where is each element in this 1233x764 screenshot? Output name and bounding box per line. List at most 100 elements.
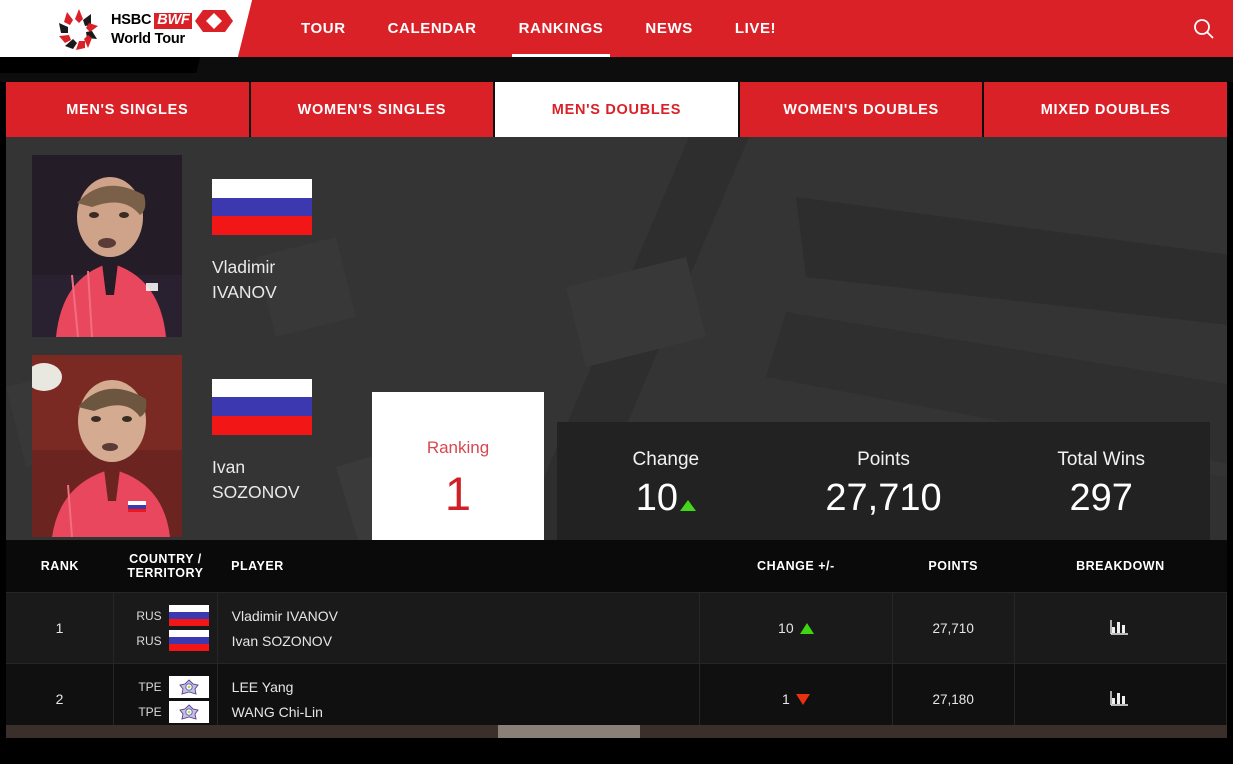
country-code: RUS	[136, 633, 162, 648]
player-name[interactable]: Ivan SOZONOV	[232, 628, 693, 653]
tab-mens-doubles[interactable]: MEN'S DOUBLES	[495, 82, 740, 137]
nav-item-calendar[interactable]: CALENDAR	[367, 0, 498, 57]
country-code: TPE	[138, 704, 162, 719]
featured-pair-hero: Vladimir IVANOV Ivan SOZONOV Ranking 1 C…	[6, 137, 1227, 540]
country-code: RUS	[136, 608, 162, 623]
bar-chart-icon[interactable]	[1110, 619, 1130, 639]
stat-points-label: Points	[857, 449, 910, 470]
chinese-taipei-flag-icon	[168, 675, 209, 698]
player-name[interactable]: LEE Yang	[232, 674, 693, 699]
russia-flag-icon	[212, 179, 312, 236]
ranking-label: Ranking	[426, 438, 490, 457]
rankings-table: RANK COUNTRY / TERRITORY PLAYER CHANGE +…	[6, 540, 1227, 738]
logo-wordmark: HSBC BWF World Tour	[111, 9, 234, 47]
nav-item-rankings[interactable]: RANKINGS	[498, 0, 625, 57]
country-code: TPE	[138, 679, 162, 694]
top-navigation-bar: HSBC BWF World Tour TOUR CALENDAR RANKIN…	[0, 0, 1233, 57]
stat-change-value: 10	[635, 477, 678, 519]
arrow-up-icon	[799, 622, 814, 634]
change-value-wrap: 1	[782, 691, 810, 707]
cell-breakdown	[1014, 663, 1227, 735]
column-header-rank[interactable]: RANK	[6, 540, 114, 593]
russia-flag-icon	[212, 378, 312, 435]
athlete-sozonov: Ivan SOZONOV	[212, 378, 332, 505]
cell-country: TPE TPE	[113, 663, 218, 735]
logo-hsbc-text: HSBC	[111, 12, 152, 29]
athlete-ivanov-name: Vladimir IVANOV	[212, 255, 332, 305]
tab-mens-singles[interactable]: MEN'S SINGLES	[6, 82, 251, 137]
search-icon[interactable]	[1191, 16, 1217, 42]
shuttlecock-logo-icon	[55, 5, 103, 53]
stat-points: Points 27,710	[775, 449, 993, 517]
stat-total-wins-value: 297	[1069, 477, 1133, 519]
hsbc-hexagon-icon	[195, 9, 234, 32]
logo-bwf-text: BWF	[154, 13, 193, 29]
column-header-player[interactable]: PLAYER	[217, 540, 700, 593]
cell-rank: 1	[6, 592, 115, 664]
nav-item-tour[interactable]: TOUR	[280, 0, 367, 57]
stat-total-wins: Total Wins 297	[992, 449, 1210, 517]
stat-change-label: Change	[632, 449, 700, 470]
table-row[interactable]: 1 RUS RUS Vladimir IVANOV Ivan SOZONOV 1…	[6, 592, 1227, 664]
player-name[interactable]: Vladimir IVANOV	[232, 603, 693, 628]
column-header-points[interactable]: POINTS	[892, 540, 1015, 593]
stat-change-value-wrap: 10	[557, 479, 775, 517]
rankings-table-container: RANK COUNTRY / TERRITORY PLAYER CHANGE +…	[6, 540, 1227, 738]
athlete-photo-sozonov	[32, 355, 182, 537]
change-value: 1	[781, 691, 790, 707]
stat-points-value: 27,710	[825, 477, 942, 519]
rankings-table-body: 1 RUS RUS Vladimir IVANOV Ivan SOZONOV 1…	[6, 592, 1227, 738]
athlete-name-block: Vladimir IVANOV Ivan SOZONOV	[212, 155, 332, 537]
athlete-sozonov-name: Ivan SOZONOV	[212, 455, 332, 505]
cell-country: RUS RUS	[113, 592, 218, 664]
column-header-country[interactable]: COUNTRY / TERRITORY	[113, 540, 218, 593]
horizontal-scrollbar-thumb[interactable]	[498, 725, 640, 738]
athlete-sozonov-first: Ivan	[212, 456, 246, 477]
logo-world-tour-text: World Tour	[111, 30, 185, 47]
country-line: TPE	[120, 674, 209, 699]
russia-flag-icon	[168, 604, 209, 627]
stats-panel: Change 10 Points 27,710 Total Wins 297	[557, 422, 1210, 540]
site-logo[interactable]: HSBC BWF World Tour	[55, 0, 234, 57]
stat-total-wins-label: Total Wins	[1057, 449, 1145, 470]
tab-womens-doubles[interactable]: WOMEN'S DOUBLES	[739, 82, 985, 137]
cell-player: LEE Yang WANG Chi-Lin	[217, 663, 701, 735]
cell-points: 27,180	[892, 663, 1015, 735]
tab-womens-singles[interactable]: WOMEN'S SINGLES	[250, 82, 496, 137]
cell-rank: 2	[6, 663, 115, 735]
stat-change: Change 10	[557, 449, 775, 517]
rankings-table-head: RANK COUNTRY / TERRITORY PLAYER CHANGE +…	[6, 540, 1227, 593]
cell-change: 10	[699, 592, 893, 664]
athlete-photos	[32, 155, 182, 537]
chinese-taipei-flag-icon	[168, 700, 209, 723]
table-header-row: RANK COUNTRY / TERRITORY PLAYER CHANGE +…	[6, 540, 1227, 593]
change-value: 10	[778, 620, 794, 636]
athlete-ivanov: Vladimir IVANOV	[212, 179, 332, 305]
cell-player: Vladimir IVANOV Ivan SOZONOV	[217, 592, 701, 664]
discipline-tab-bar: MEN'S SINGLES WOMEN'S SINGLES MEN'S DOUB…	[6, 82, 1227, 137]
cell-points: 27,710	[892, 592, 1015, 664]
arrow-down-icon	[795, 693, 810, 705]
athlete-sozonov-last: SOZONOV	[212, 481, 300, 502]
nav-tab-divider	[0, 57, 1233, 82]
nav-item-news[interactable]: NEWS	[624, 0, 713, 57]
bar-chart-icon[interactable]	[1110, 690, 1130, 710]
athlete-ivanov-last: IVANOV	[212, 281, 277, 302]
ranking-value: 1	[444, 467, 472, 520]
column-header-change[interactable]: CHANGE +/-	[699, 540, 893, 593]
tab-mixed-doubles[interactable]: MIXED DOUBLES	[984, 82, 1227, 137]
table-row[interactable]: 2 TPE TPE LEE Yang WANG Chi-Lin 1 27,180	[6, 663, 1227, 735]
arrow-up-icon	[679, 500, 696, 511]
cell-breakdown	[1014, 592, 1227, 664]
nav-item-live[interactable]: LIVE!	[714, 0, 797, 57]
russia-flag-icon	[168, 629, 209, 652]
cell-change: 1	[699, 663, 893, 735]
primary-nav-links: TOUR CALENDAR RANKINGS NEWS LIVE!	[280, 0, 797, 57]
change-value-wrap: 10	[778, 620, 814, 636]
athlete-photo-ivanov	[32, 155, 182, 337]
horizontal-scrollbar[interactable]	[6, 725, 1227, 738]
column-header-breakdown[interactable]: BREAKDOWN	[1014, 540, 1227, 593]
country-line: RUS	[120, 603, 209, 628]
country-line: TPE	[120, 699, 209, 724]
player-name[interactable]: WANG Chi-Lin	[232, 699, 693, 724]
